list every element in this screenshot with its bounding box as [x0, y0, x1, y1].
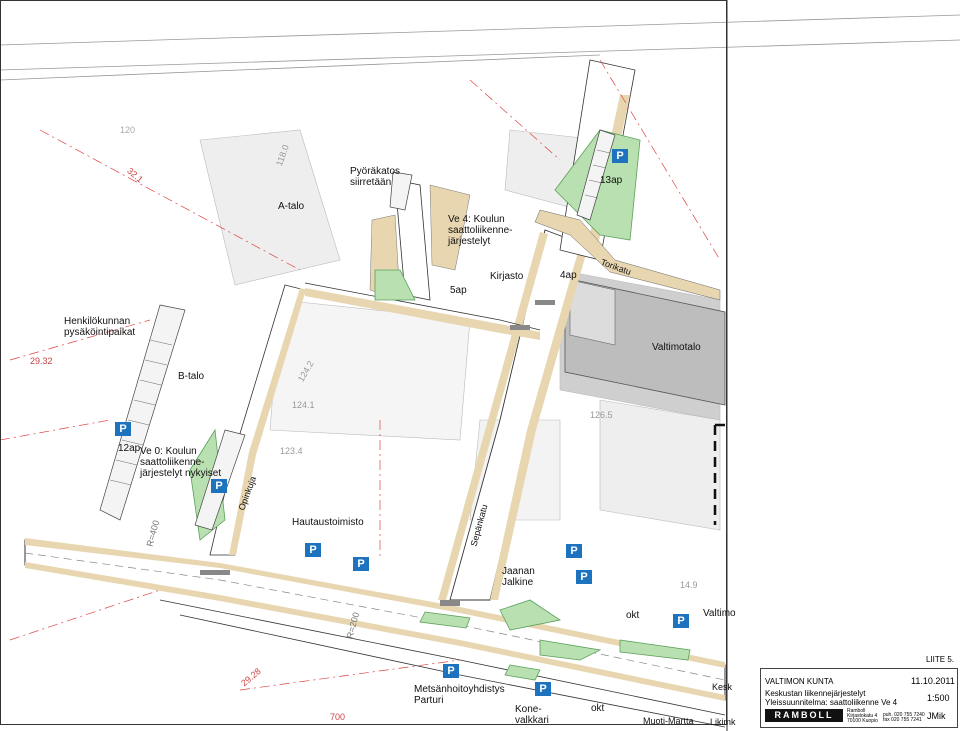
- contour-label: 29.32: [30, 356, 53, 366]
- parking-icon: P: [115, 422, 131, 436]
- title-block: VALTIMON KUNTA 11.10.2011 Keskustan liik…: [760, 668, 958, 728]
- parking-icon: P: [443, 664, 459, 678]
- parking-icon: P: [673, 614, 689, 628]
- drawing-scale: 1:500: [927, 693, 950, 703]
- drawing-title-2: Yleissuunnitelma: saattoliikenne Ve 4: [765, 698, 898, 707]
- upper-roads: [0, 14, 960, 81]
- label-muoti-martta: Muoti-Martta: [643, 716, 694, 726]
- label-okt-1: okt: [626, 610, 640, 621]
- label-kirjasto: Kirjasto: [490, 271, 524, 282]
- label-valtimotalo: Valtimotalo: [652, 342, 701, 353]
- parking-icon: P: [353, 557, 369, 571]
- label-5ap: 5ap: [450, 285, 467, 296]
- drawing-date: 11.10.2011: [911, 676, 955, 686]
- label-4ap: 4ap: [560, 270, 577, 281]
- label-henkilokunnan: Henkilökunnan pysäköintipaikat: [64, 316, 136, 338]
- parking-icon: P: [211, 479, 227, 493]
- ramboll-logo: RAMBOLL: [765, 709, 843, 722]
- label-b-talo: B-talo: [178, 371, 205, 382]
- label-okt-2: okt: [591, 703, 605, 714]
- label-ve4: Ve 4: Koulun saattoliikenne- järjestelyt: [448, 214, 513, 247]
- author: JMik: [927, 711, 946, 721]
- main-street: [24, 538, 726, 701]
- contour-label: 124.1: [292, 400, 315, 410]
- parking-icon: P: [576, 570, 592, 584]
- appendix-label: LIITE 5.: [926, 655, 955, 664]
- label-valtimo-cut: Valtimo: [703, 608, 736, 619]
- label-hautaustoimisto: Hautaustoimisto: [292, 517, 364, 528]
- site-plan-map: [0, 0, 960, 731]
- contour-label: 14.9: [680, 580, 698, 590]
- label-jaanan: Jaanan Jalkine: [502, 566, 535, 588]
- office-address: Ramboll Kirjastokatu 4 70100 Kuopio: [847, 708, 878, 724]
- label-13ap: 13ap: [600, 175, 623, 186]
- label-metsanhoito: Metsänhoitoyhdistys Parturi: [414, 684, 505, 706]
- client-name: VALTIMON KUNTA: [765, 677, 834, 686]
- office-phone: puh. 020 755 7240 fax 020 755 7241: [883, 712, 925, 723]
- parking-icon: P: [535, 682, 551, 696]
- parking-icon: P: [612, 149, 628, 163]
- label-ve0: Ve 0: Koulun saattoliikenne- järjestelyt…: [140, 446, 222, 479]
- label-12ap: 12ap: [118, 443, 141, 454]
- contour-label: 120: [120, 125, 136, 135]
- contour-label: 126.5: [590, 410, 613, 420]
- label-pyorakatos: Pyöräkatos siirretään: [350, 166, 401, 188]
- contour-label: 123.4: [280, 446, 303, 456]
- label-konevalkkari: Kone- valkkari: [515, 704, 549, 726]
- parking-icon: P: [566, 544, 582, 558]
- contour-label: 700: [330, 712, 346, 722]
- parking-icon: P: [305, 543, 321, 557]
- drawing-title-1: Keskustan liikennejärjestelyt: [765, 689, 866, 698]
- label-kesk: Kesk: [712, 682, 733, 692]
- label-likimk: Likimk: [710, 717, 736, 727]
- label-a-talo: A-talo: [278, 201, 305, 212]
